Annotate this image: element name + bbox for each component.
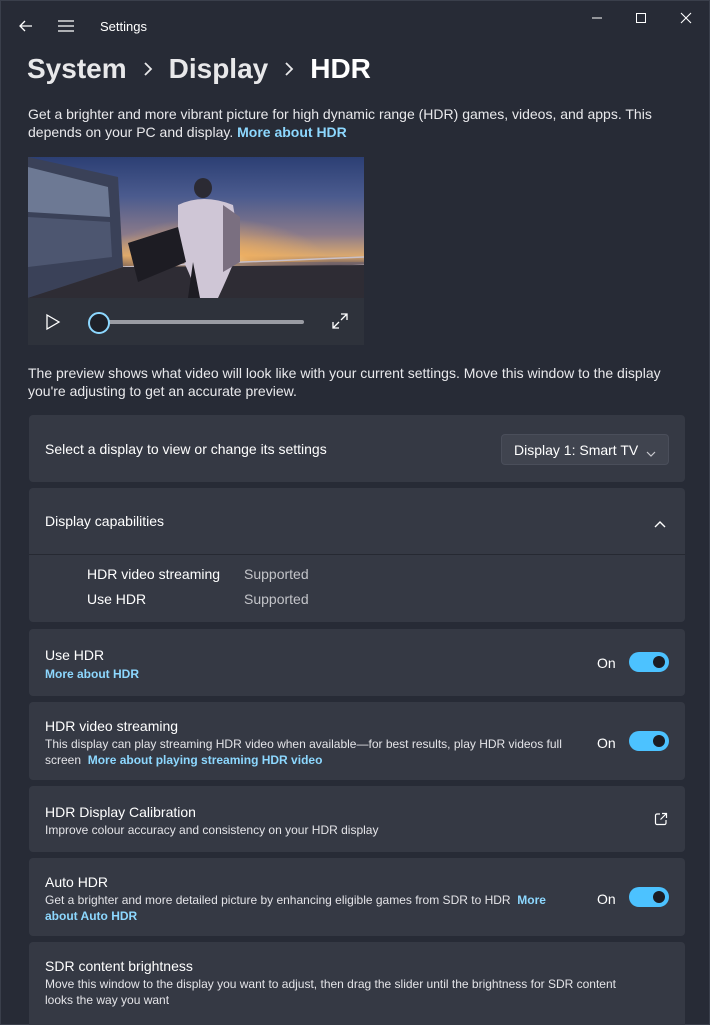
hdr-streaming-state: On xyxy=(597,735,616,751)
chevron-down-icon xyxy=(646,445,656,463)
breadcrumb-display[interactable]: Display xyxy=(169,53,269,85)
use-hdr-card: Use HDR More about HDR On xyxy=(29,629,685,696)
hdr-streaming-desc: This display can play streaming HDR vide… xyxy=(45,736,575,768)
fullscreen-icon[interactable] xyxy=(331,312,349,330)
capability-label: Use HDR xyxy=(87,591,147,607)
hdr-streaming-title: HDR video streaming xyxy=(45,718,179,734)
use-hdr-title: Use HDR xyxy=(45,647,105,663)
preview-note: The preview shows what video will look l… xyxy=(28,365,661,399)
video-frame xyxy=(28,157,364,298)
seek-slider-thumb[interactable] xyxy=(88,312,110,334)
divider xyxy=(29,554,685,555)
use-hdr-state: On xyxy=(597,655,616,671)
intro-text: Get a brighter and more vibrant picture … xyxy=(28,105,678,141)
display-select-dropdown[interactable]: Display 1: Smart TV xyxy=(501,434,669,465)
settings-window: Settings System Display HDR Get a bright… xyxy=(0,0,710,1025)
app-title: Settings xyxy=(100,19,147,34)
chevron-up-icon[interactable] xyxy=(654,515,666,533)
auto-hdr-state: On xyxy=(597,891,616,907)
hamburger-menu-icon[interactable] xyxy=(53,13,79,39)
use-hdr-desc: More about HDR xyxy=(45,666,139,682)
breadcrumb-hdr: HDR xyxy=(310,53,371,84)
capabilities-title: Display capabilities xyxy=(45,513,165,529)
sdr-brightness-title: SDR content brightness xyxy=(45,958,193,974)
display-select-value: Display 1: Smart TV xyxy=(514,442,639,458)
calibration-title: HDR Display Calibration xyxy=(45,804,196,820)
video-controls xyxy=(28,298,364,345)
capability-value: Supported xyxy=(244,591,309,607)
select-display-label: Select a display to view or change its s… xyxy=(45,441,327,457)
calibration-desc: Improve colour accuracy and consistency … xyxy=(45,823,379,837)
title-bar: Settings xyxy=(1,1,709,51)
capability-value: Supported xyxy=(244,566,309,582)
toggle-knob xyxy=(653,735,665,747)
toggle-knob xyxy=(653,656,665,668)
auto-hdr-desc: Get a brighter and more detailed picture… xyxy=(45,892,565,924)
chevron-right-icon xyxy=(127,55,169,83)
toggle-knob xyxy=(653,891,665,903)
hdr-video-preview xyxy=(28,157,364,345)
back-arrow-icon[interactable] xyxy=(13,13,39,39)
hdr-video-streaming-card: HDR video streaming This display can pla… xyxy=(29,702,685,780)
hdr-streaming-more-link[interactable]: More about playing streaming HDR video xyxy=(88,753,323,767)
auto-hdr-desc-text: Get a brighter and more detailed picture… xyxy=(45,893,511,907)
open-external-icon[interactable] xyxy=(654,812,668,831)
chevron-right-icon xyxy=(268,55,310,83)
auto-hdr-title: Auto HDR xyxy=(45,874,109,890)
hdr-streaming-toggle[interactable] xyxy=(629,731,669,751)
breadcrumb: System Display HDR xyxy=(27,49,371,89)
minimize-button[interactable] xyxy=(575,5,619,31)
display-capabilities-card: Display capabilities HDR video streaming… xyxy=(29,488,685,622)
sdr-brightness-desc: Move this window to the display you want… xyxy=(45,977,616,1007)
auto-hdr-card: Auto HDR Get a brighter and more detaile… xyxy=(29,858,685,936)
use-hdr-more-link[interactable]: More about HDR xyxy=(45,667,139,681)
select-display-card: Select a display to view or change its s… xyxy=(29,415,685,482)
maximize-button[interactable] xyxy=(619,5,663,31)
more-about-hdr-link[interactable]: More about HDR xyxy=(237,124,347,140)
auto-hdr-toggle[interactable] xyxy=(629,887,669,907)
capability-label: HDR video streaming xyxy=(87,566,221,582)
use-hdr-toggle[interactable] xyxy=(629,652,669,672)
close-button[interactable] xyxy=(664,5,708,31)
seek-track[interactable] xyxy=(99,320,304,324)
play-icon[interactable] xyxy=(44,313,62,331)
sdr-brightness-card: SDR content brightness Move this window … xyxy=(29,942,685,1025)
hdr-calibration-card[interactable]: HDR Display Calibration Improve colour a… xyxy=(29,786,685,852)
breadcrumb-system[interactable]: System xyxy=(27,53,127,85)
